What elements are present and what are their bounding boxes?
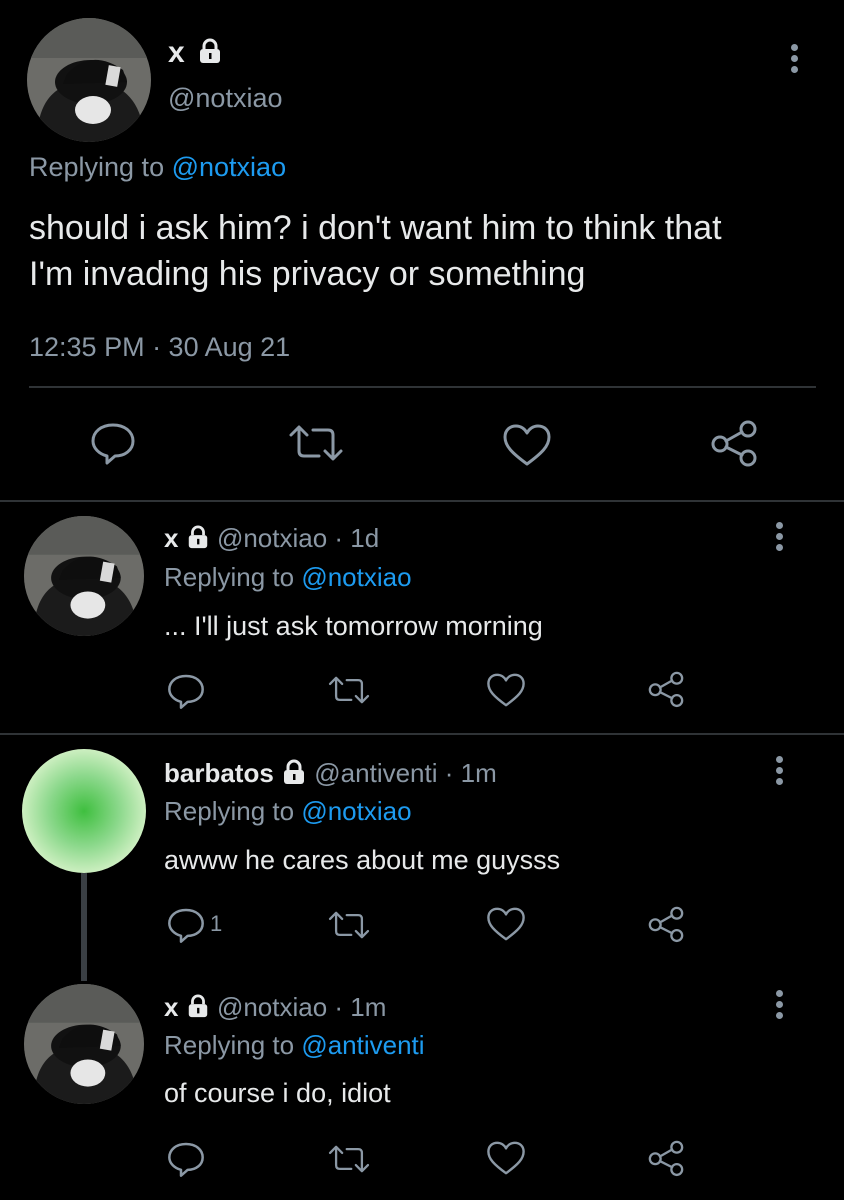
share-icon[interactable] (708, 418, 760, 468)
more-icon[interactable] (776, 522, 784, 555)
display-name[interactable]: x (164, 523, 178, 553)
replying-prefix: Replying to (29, 152, 165, 182)
divider (0, 500, 844, 502)
more-icon[interactable] (776, 990, 784, 1023)
avatar-photo (24, 984, 144, 1104)
author-line: x (168, 36, 223, 70)
tweet-text: awww he cares about me guysss (164, 845, 561, 875)
tweet-text-line: should i ask him? i don't want him to th… (29, 209, 722, 247)
display-name[interactable]: x (168, 36, 185, 69)
retweet-icon[interactable] (327, 1143, 371, 1175)
reply-icon[interactable] (89, 421, 137, 465)
avatar[interactable] (22, 749, 146, 873)
replying-to-link[interactable]: @notxiao (301, 796, 411, 826)
divider (29, 386, 816, 388)
tweet-text: ... I'll just ask tomorrow morning (164, 611, 543, 641)
reply-icon[interactable] (166, 1140, 206, 1178)
retweet-icon[interactable] (327, 909, 371, 941)
replying-prefix: Replying to (164, 796, 295, 826)
handle[interactable]: @notxiao (217, 523, 327, 553)
time-ago[interactable]: · 1d (334, 523, 379, 553)
time-ago[interactable]: · 1m (334, 992, 386, 1022)
retweet-icon[interactable] (287, 423, 345, 463)
handle[interactable]: @antiventi (314, 758, 437, 788)
replying-to-line: Replying to @notxiao (164, 796, 412, 827)
like-icon[interactable] (486, 1140, 526, 1176)
thread-line (81, 873, 87, 981)
avatar[interactable] (27, 18, 151, 142)
timestamp[interactable]: 12:35 PM · 30 Aug 21 (29, 332, 290, 363)
tweet-text: of course i do, idiot (164, 1078, 391, 1108)
replying-to-link[interactable]: @notxiao (301, 562, 411, 592)
reply-icon[interactable] (166, 672, 206, 710)
replying-to-link[interactable]: @notxiao (172, 152, 286, 182)
replying-to-link[interactable]: @antiventi (301, 1030, 424, 1060)
more-icon[interactable] (776, 756, 784, 789)
lock-icon (188, 525, 207, 549)
display-name[interactable]: barbatos (164, 758, 274, 788)
avatar-photo (27, 18, 151, 142)
author-line: x @notxiao · 1m (164, 992, 386, 1023)
reply-count: 1 (210, 911, 223, 936)
tweet-text-line: I'm invading his privacy or something (29, 255, 586, 293)
share-icon[interactable] (646, 1138, 686, 1178)
author-line: barbatos @antiventi · 1m (164, 758, 497, 789)
lock-icon (284, 759, 305, 785)
share-icon[interactable] (646, 669, 686, 709)
reply-icon[interactable] (166, 906, 206, 944)
more-icon[interactable] (791, 44, 799, 77)
replying-prefix: Replying to (164, 1030, 295, 1060)
like-icon[interactable] (486, 672, 526, 708)
replying-to-line: Replying to @notxiao (164, 562, 412, 593)
handle[interactable]: @notxiao (217, 992, 327, 1022)
avatar-photo (24, 516, 144, 636)
divider (0, 733, 844, 735)
handle[interactable]: @notxiao (168, 83, 282, 114)
like-icon[interactable] (502, 423, 552, 467)
share-icon[interactable] (646, 904, 686, 944)
avatar[interactable] (24, 984, 144, 1104)
lock-icon (188, 994, 207, 1018)
replying-prefix: Replying to (164, 562, 295, 592)
display-name[interactable]: x (164, 992, 178, 1022)
avatar[interactable] (24, 516, 144, 636)
lock-icon (200, 38, 221, 64)
tweet-text: should i ask him? i don't want him to th… (29, 205, 722, 297)
like-icon[interactable] (486, 906, 526, 942)
author-line: x @notxiao · 1d (164, 523, 379, 554)
replying-to-line: Replying to @antiventi (164, 1030, 425, 1061)
time-ago[interactable]: · 1m (445, 758, 497, 788)
replying-to-line: Replying to @notxiao (29, 152, 286, 183)
retweet-icon[interactable] (327, 674, 371, 706)
